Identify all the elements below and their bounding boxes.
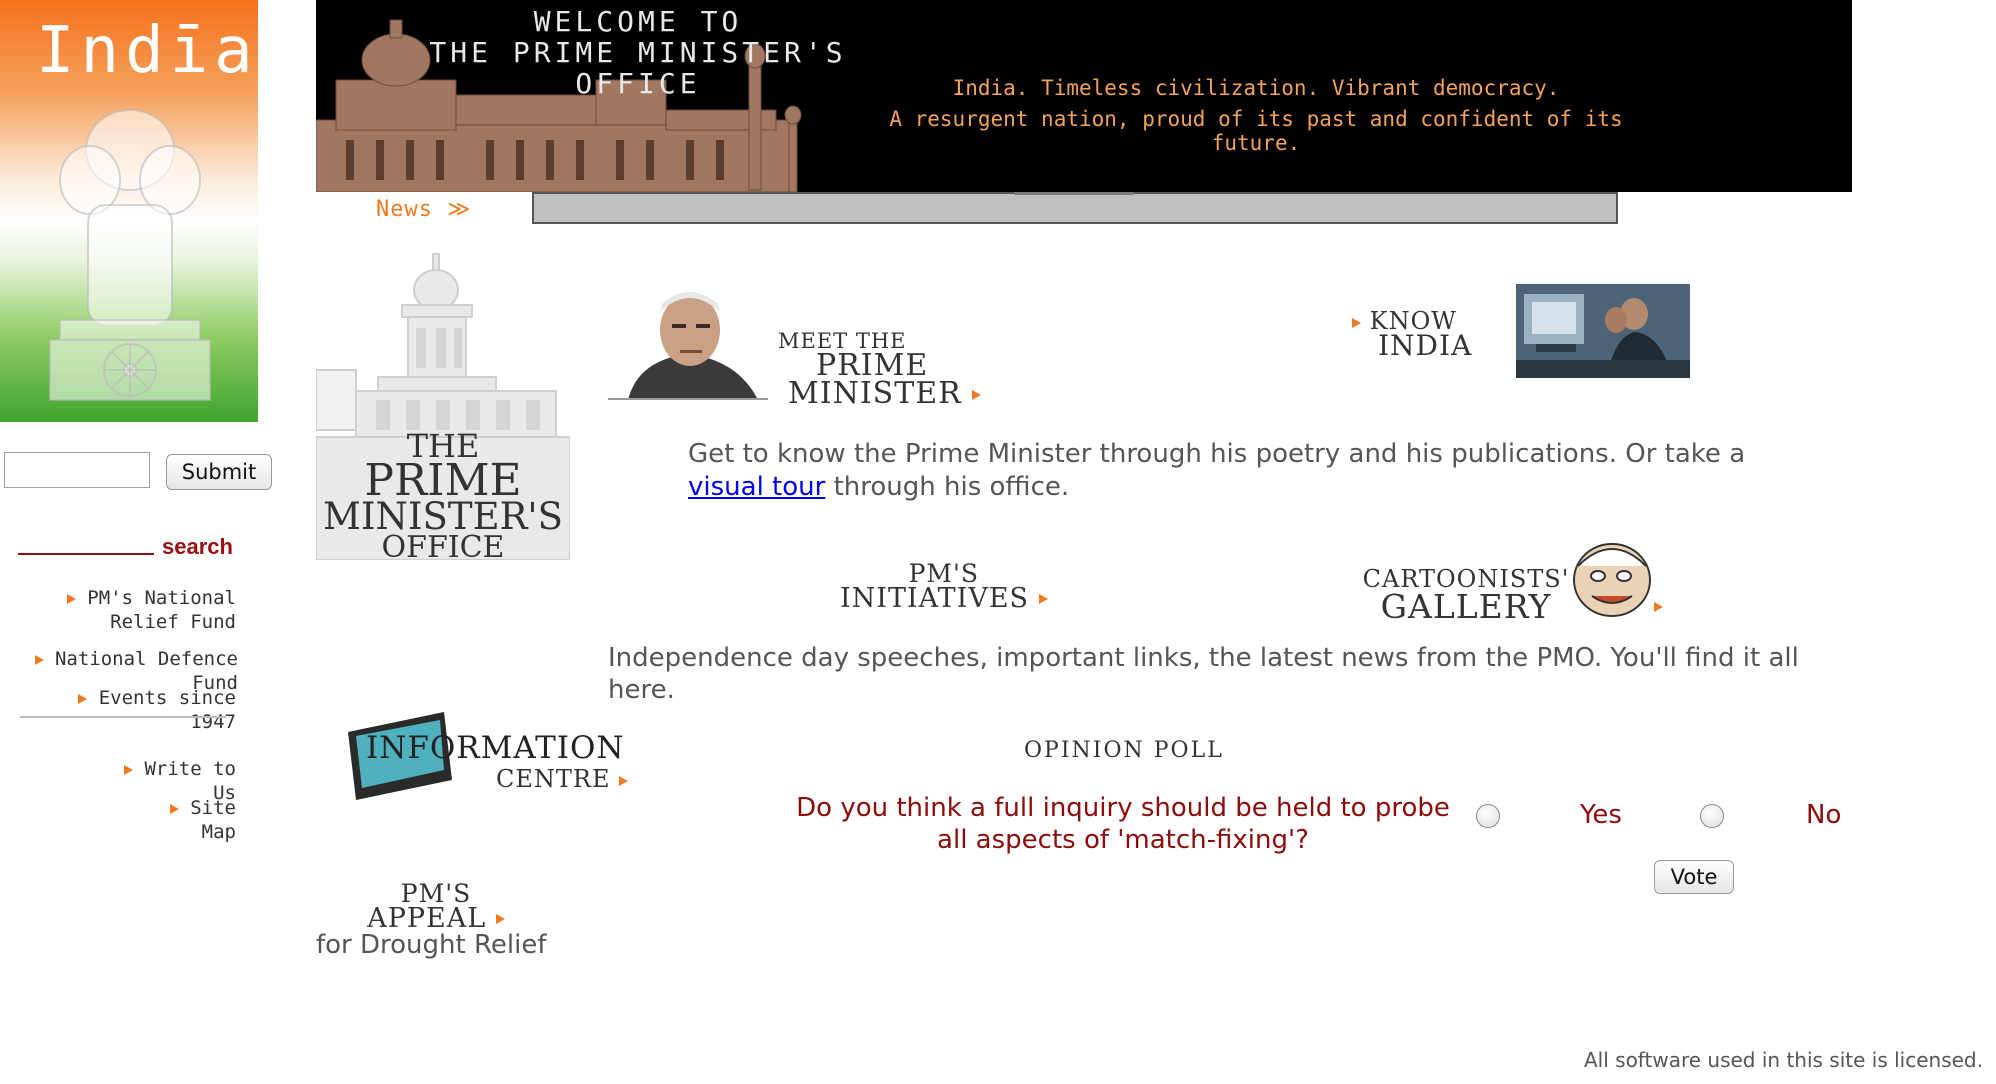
- poll-yes-radio[interactable]: [1476, 804, 1500, 828]
- arrow-icon: [66, 593, 76, 604]
- arrow-icon: [1654, 602, 1663, 612]
- search-label: search: [162, 534, 233, 559]
- link-events-since-1947[interactable]: Events since 1947: [40, 686, 236, 734]
- know-india-photo[interactable]: [1516, 284, 1690, 378]
- link-site-map[interactable]: Site Map: [130, 796, 236, 844]
- pmo-info-text: Independence day speeches, important lin…: [608, 643, 1799, 705]
- know-india-link[interactable]: KNOW INDIA: [1352, 309, 1472, 359]
- pm-appeal-link[interactable]: PM'S APPEAL: [316, 881, 556, 932]
- pm-intro-text: Get to know the Prime Minister through h…: [688, 439, 1746, 502]
- sidebar-divider: [20, 716, 226, 718]
- arrow-icon: [169, 803, 179, 814]
- arrow-icon: [972, 390, 982, 401]
- arrow-icon: [34, 654, 44, 665]
- arrow-icon: [1038, 594, 1048, 605]
- banner-tagline-1: India. Timeless civilization. Vibrant de…: [952, 76, 1560, 100]
- poll-no-radio[interactable]: [1700, 804, 1724, 828]
- arrow-icon: [495, 914, 505, 925]
- pm-initiatives-link[interactable]: PM'S INITIATIVES: [840, 561, 1048, 612]
- poll-no-label: No: [1806, 800, 1842, 830]
- arrow-icon: [619, 775, 629, 786]
- pmo-graphic-text: THE PRIME MINISTER'S OFFICE: [323, 427, 563, 565]
- india-flag-banner[interactable]: Indīa: [0, 0, 258, 422]
- news-label: News ≫: [376, 197, 472, 222]
- arrow-icon: [124, 764, 134, 775]
- poll-yes-label: Yes: [1580, 800, 1622, 830]
- cartoon-face-icon: [1573, 543, 1651, 617]
- link-pm-relief-fund[interactable]: PM's National Relief Fund: [60, 586, 236, 634]
- pm-portrait-image[interactable]: [608, 282, 768, 400]
- search-input[interactable]: [4, 452, 150, 488]
- appeal-subtitle: for Drought Relief: [316, 930, 547, 960]
- welcome-line-1: WELCOME TO: [533, 5, 743, 38]
- arrow-icon: [78, 693, 88, 704]
- opinion-poll-title: OPINION POLL: [1024, 738, 1224, 763]
- ashoka-emblem-icon: [49, 109, 211, 401]
- footer-text: All software used in this site is licens…: [1584, 1048, 1983, 1072]
- information-centre-link[interactable]: INFORMATION CENTRE: [344, 710, 644, 806]
- banner-welcome-text: WELCOME TO THE PRIME MINISTER'S OFFICE: [428, 6, 848, 99]
- search-divider: [18, 553, 154, 555]
- arrow-icon: [1352, 317, 1361, 328]
- welcome-line-3: OFFICE: [575, 67, 701, 100]
- meet-the-pm-link[interactable]: MEET THE PRIME MINISTER: [778, 331, 982, 409]
- welcome-line-2: THE PRIME MINISTER'S: [429, 36, 847, 69]
- submit-button[interactable]: Submit: [166, 454, 272, 490]
- banner-tagline-2: A resurgent nation, proud of its past an…: [889, 107, 1623, 155]
- news-ticker[interactable]: [532, 192, 1618, 224]
- visual-tour-link[interactable]: visual tour: [688, 472, 825, 502]
- header-banner[interactable]: WELCOME TO THE PRIME MINISTER'S OFFICE I…: [316, 0, 1852, 192]
- flag-title: Indīa: [36, 14, 258, 88]
- vote-button[interactable]: Vote: [1654, 860, 1734, 894]
- poll-question: Do you think a full inquiry should be he…: [796, 793, 1450, 855]
